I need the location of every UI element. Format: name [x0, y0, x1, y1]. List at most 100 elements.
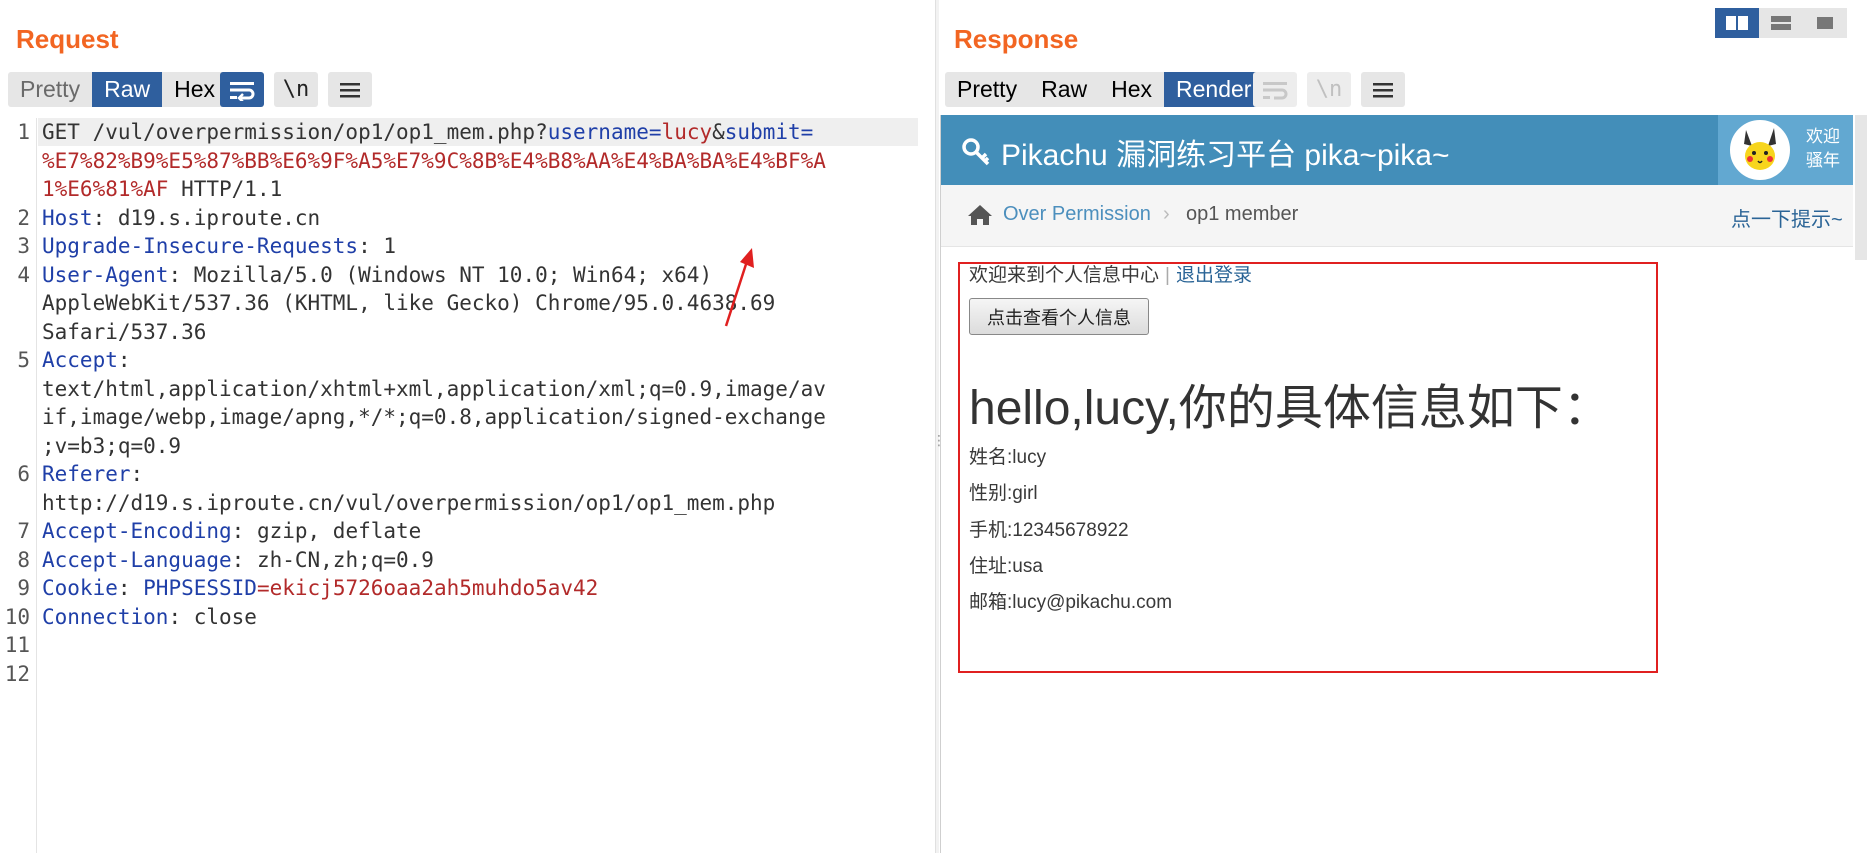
welcome-bar: 欢迎来到个人信息中心 | 退出登录: [969, 260, 1252, 287]
header-value: : close: [168, 604, 257, 629]
welcome-line: 欢迎: [1806, 127, 1840, 146]
header-key: Connection: [42, 604, 169, 629]
header-user-agent: User-Agent: Mozilla/5.0 (Windows NT 10.0…: [42, 261, 712, 290]
param-eq: =: [800, 120, 814, 144]
request-method-path: GET /vul/overpermission/op1/op1_mem.php?: [42, 120, 548, 144]
header-upgrade: Upgrade-Insecure-Requests: 1: [42, 232, 396, 261]
line-number: 10: [4, 604, 30, 629]
split-horizontal-icon[interactable]: [1759, 8, 1803, 38]
breadcrumb: Over Permission › op1 member 点一下提示~: [941, 185, 1853, 247]
tab-render[interactable]: Render: [1164, 72, 1264, 107]
header-cookie: Cookie: PHPSESSID=ekicj5726oaa2ah5muhdo5…: [42, 574, 598, 603]
response-title: Response: [954, 24, 1079, 54]
breadcrumb-sep: ›: [1163, 203, 1170, 225]
info-phone: 手机:12345678922: [969, 520, 1129, 541]
header-value: :: [117, 348, 131, 372]
tab-pretty[interactable]: Pretty: [8, 72, 93, 107]
pikachu-navbar: Pikachu 漏洞练习平台 pika~pika~ 欢迎 骚年: [941, 115, 1853, 185]
cookie-value: ekicj5726oaa2ah5muhdo5av42: [269, 576, 599, 600]
cookie-eq: =: [256, 576, 270, 600]
view-info-button[interactable]: 点击查看个人信息: [969, 298, 1149, 335]
breadcrumb-current: op1 member: [1186, 203, 1299, 225]
tab-hex[interactable]: Hex: [1099, 72, 1164, 107]
welcome-text: 欢迎来到个人信息中心: [969, 265, 1160, 286]
pane-divider[interactable]: [935, 0, 939, 853]
header-key: Cookie: [42, 576, 118, 600]
newline-icon[interactable]: \n: [274, 72, 318, 107]
info-address: 住址:usa: [969, 556, 1043, 577]
annotation-arrow-icon: [724, 248, 754, 327]
tab-pretty[interactable]: Pretty: [945, 72, 1030, 107]
header-accept-language: Accept-Language: zh-CN,zh;q=0.9: [42, 546, 434, 575]
vertical-scrollbar[interactable]: [1855, 115, 1867, 260]
header-accept-encoding: Accept-Encoding: gzip, deflate: [42, 517, 421, 546]
param-value-submit-cont: 1%E6%81%AF: [42, 177, 169, 201]
line-number: 5: [17, 348, 30, 372]
header-value: : d19.s.iproute.cn: [92, 205, 321, 230]
hello-heading: hello,lucy,你的具体信息如下：: [969, 382, 1611, 435]
line-number: 2: [17, 205, 30, 230]
line-number: 6: [17, 462, 30, 486]
brand-text: Pikachu 漏洞练习平台 pika~pika~: [1001, 139, 1450, 172]
info-gender: 性别:girl: [969, 483, 1038, 504]
request-line: GET /vul/overpermission/op1/op1_mem.php?…: [42, 118, 813, 147]
line-number: 3: [17, 234, 30, 258]
header-value: : gzip, deflate: [231, 519, 422, 543]
header-host: Host: d19.s.iproute.cn: [42, 204, 320, 233]
breadcrumb-link[interactable]: Over Permission: [1003, 203, 1151, 226]
newline-label: \n: [1315, 77, 1343, 102]
avatar: [1730, 120, 1790, 180]
menu-icon[interactable]: [1361, 72, 1405, 107]
header-key: Accept-Language: [42, 547, 232, 572]
header-key: Accept: [42, 348, 118, 372]
info-email: 邮箱:lucy@pikachu.com: [969, 592, 1173, 613]
header-value-cont: text/html,application/xhtml+xml,applicat…: [42, 376, 826, 401]
header-value: : Mozilla/5.0 (Windows NT 10.0; Win64; x…: [168, 262, 713, 287]
header-key: Host: [42, 205, 93, 230]
http-version: HTTP/1.1: [168, 177, 283, 201]
user-welcome: 欢迎 骚年: [1806, 125, 1840, 173]
split-vertical-icon[interactable]: [1715, 8, 1759, 38]
param-value-submit: %E7%82%B9%E5%87%BB%E6%9F%A5%E7%9C%8B%E4%…: [42, 148, 826, 173]
header-sep: :: [117, 576, 144, 600]
wrap-lines-icon[interactable]: [220, 72, 264, 107]
response-render-view[interactable]: Pikachu 漏洞练习平台 pika~pika~ 欢迎 骚年 Over Per…: [940, 115, 1853, 853]
header-key: Upgrade-Insecure-Requests: [42, 234, 359, 258]
hint-link[interactable]: 点一下提示~: [1731, 203, 1843, 232]
header-value-cont: http://d19.s.iproute.cn/vul/overpermissi…: [42, 490, 776, 515]
home-icon[interactable]: [967, 204, 993, 226]
tab-raw[interactable]: Raw: [92, 72, 163, 107]
header-connection: Connection: close: [42, 603, 257, 632]
welcome-sep: |: [1165, 265, 1170, 286]
single-pane-icon[interactable]: [1803, 8, 1847, 38]
logout-link[interactable]: 退出登录: [1176, 265, 1252, 286]
header-value: : 1: [358, 234, 397, 258]
header-value-cont: if,image/webp,image/apng,*/*;q=0.8,appli…: [42, 405, 826, 429]
key-icon: [962, 138, 990, 166]
header-key: Accept-Encoding: [42, 519, 232, 543]
newline-label: \n: [282, 77, 310, 102]
pikachu-avatar-icon: [1732, 122, 1788, 178]
tab-raw[interactable]: Raw: [1029, 72, 1100, 107]
user-box[interactable]: 欢迎 骚年: [1718, 115, 1853, 185]
header-value-cont: ;v=b3;q=0.9: [42, 433, 182, 458]
request-view-tabs: Pretty Raw Hex: [8, 72, 227, 107]
header-key: User-Agent: [42, 262, 169, 287]
header-value: : zh-CN,zh;q=0.9: [231, 547, 434, 572]
line-number: 1: [17, 120, 30, 144]
line-number: 4: [17, 262, 30, 287]
wrap-lines-icon: [1253, 72, 1297, 107]
header-value: :: [130, 462, 144, 486]
line-number: 9: [17, 576, 30, 600]
response-view-tabs: Pretty Raw Hex Render: [945, 72, 1264, 107]
param-value-username: lucy: [661, 120, 713, 144]
line-number: 8: [17, 547, 30, 572]
line-number: 7: [17, 519, 30, 543]
header-referer: Referer:: [42, 460, 143, 489]
tab-hex[interactable]: Hex: [162, 72, 227, 107]
param-name: username: [547, 120, 649, 144]
navbar-brand[interactable]: Pikachu 漏洞练习平台 pika~pika~: [961, 130, 1450, 174]
menu-icon[interactable]: [328, 72, 372, 107]
request-editor[interactable]: 1 2 3 4 5 6 7 8 9 10 11 12 GET /vul/over…: [0, 118, 926, 853]
layout-toggles: [1715, 8, 1847, 38]
